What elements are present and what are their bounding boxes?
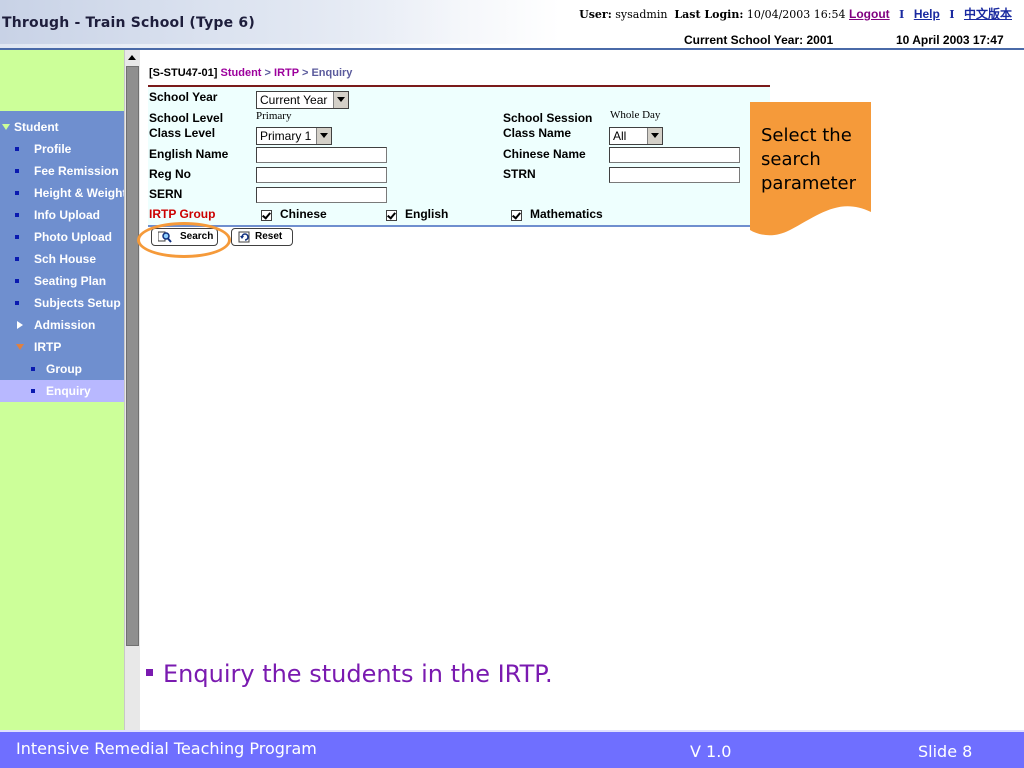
logout-link[interactable]: Logout: [849, 7, 890, 21]
sidebar-item-info-upload[interactable]: Info Upload: [0, 204, 124, 226]
strn-label: STRN: [503, 167, 536, 181]
school-year-select[interactable]: Current Year: [256, 91, 349, 109]
separator: I: [949, 8, 955, 21]
chinese-checkbox[interactable]: [261, 210, 272, 221]
class-name-label: Class Name: [503, 126, 572, 140]
footer-title: Intensive Remedial Teaching Program: [16, 739, 317, 758]
separator: I: [899, 8, 905, 21]
screen-code: [S-STU47-01]: [149, 67, 218, 79]
sern-input[interactable]: [256, 187, 387, 203]
class-level-value: Primary 1: [260, 129, 312, 143]
english-name-label: English Name: [149, 147, 229, 161]
footer-rule: [0, 730, 1024, 732]
scroll-up-arrow-icon[interactable]: [126, 52, 138, 64]
user-label: User:: [579, 8, 612, 21]
school-session-label: School Session: [503, 111, 593, 125]
user-bar: User: sysadmin Last Login: 10/04/2003 16…: [579, 5, 1012, 22]
bullet-icon: [15, 169, 19, 173]
sidebar-item-admission[interactable]: Admission: [0, 314, 124, 336]
slide-footer: Intensive Remedial Teaching Program V 1.…: [0, 730, 1024, 768]
sidebar-item-height-weight[interactable]: Height & Weight: [0, 182, 124, 204]
chinese-checkbox-label: Chinese: [280, 207, 327, 221]
breadcrumb-student: Student: [220, 67, 262, 79]
sern-label: SERN: [149, 187, 183, 201]
chevron-down-icon: [647, 128, 662, 144]
search-highlight-ellipse: [137, 222, 231, 258]
bullet-icon: [15, 279, 19, 283]
reg-no-label: Reg No: [149, 167, 191, 181]
sidebar-item-profile[interactable]: Profile: [0, 138, 124, 160]
current-school-year: Current School Year: 2001: [684, 33, 834, 47]
bullet-icon: [15, 191, 19, 195]
sidebar: Student Profile Fee Remission Height & W…: [0, 50, 124, 730]
breadcrumb-separator: >: [301, 67, 309, 79]
reg-no-input[interactable]: [256, 167, 387, 183]
sidebar-item-group[interactable]: Group: [0, 358, 124, 380]
class-name-value: All: [613, 129, 627, 143]
sidebar-item-student[interactable]: Student: [0, 116, 124, 138]
school-level-label: School Level: [149, 111, 224, 125]
sidebar-item-subjects-setup[interactable]: Subjects Setup: [0, 292, 124, 314]
reset-button[interactable]: Reset: [231, 228, 293, 246]
english-checkbox[interactable]: [386, 210, 397, 221]
mathematics-checkbox-label: Mathematics: [530, 207, 603, 221]
sidebar-item-sch-house[interactable]: Sch House: [0, 248, 124, 270]
reset-icon: [238, 231, 250, 243]
bullet-icon: [15, 147, 19, 151]
breadcrumb-irtp: IRTP: [274, 67, 299, 79]
school-year-value: Current Year: [260, 93, 328, 107]
bullet-icon: [31, 389, 35, 393]
breadcrumb-enquiry: Enquiry: [311, 67, 353, 79]
main-content: [S-STU47-01] Student > IRTP > Enquiry Sc…: [140, 50, 1024, 730]
help-link[interactable]: Help: [914, 7, 940, 21]
breadcrumb: [S-STU47-01] Student > IRTP > Enquiry: [149, 67, 352, 79]
expand-arrow-icon: [16, 344, 24, 350]
bullet-icon: [31, 367, 35, 371]
last-login-value: 10/04/2003 16:54: [746, 8, 846, 21]
slide-bullet: Enquiry the students in the IRTP.: [146, 660, 553, 688]
class-level-select[interactable]: Primary 1: [256, 127, 332, 145]
chevron-down-icon: [316, 128, 331, 144]
chinese-name-label: Chinese Name: [503, 147, 586, 161]
english-name-input[interactable]: [256, 147, 387, 163]
irtp-group-label: IRTP Group: [149, 207, 216, 221]
chinese-version-link[interactable]: 中文版本: [964, 7, 1012, 21]
bullet-icon: [15, 213, 19, 217]
expand-arrow-icon: [2, 124, 10, 130]
school-year-label: School Year: [149, 90, 218, 104]
bullet-square-icon: [146, 668, 153, 676]
slide-bullet-text: Enquiry the students in the IRTP.: [163, 660, 553, 688]
footer-version: V 1.0: [690, 742, 732, 761]
breadcrumb-separator: >: [264, 67, 271, 79]
chevron-down-icon: [333, 92, 348, 108]
scroll-thumb[interactable]: [126, 66, 139, 646]
search-form-panel: School Year Current Year School Level Pr…: [148, 85, 770, 227]
callout-text: Select the search parameter: [761, 125, 857, 194]
last-login-label: Last Login:: [674, 8, 744, 21]
bullet-icon: [15, 257, 19, 261]
sidebar-item-enquiry[interactable]: Enquiry: [0, 380, 124, 402]
sidebar-item-irtp[interactable]: IRTP: [0, 336, 124, 358]
sidebar-item-seating-plan[interactable]: Seating Plan: [0, 270, 124, 292]
header-bar: Through - Train School (Type 6) User: sy…: [0, 0, 1024, 50]
class-name-select[interactable]: All: [609, 127, 663, 145]
user-value: sysadmin: [615, 8, 668, 21]
class-level-label: Class Level: [149, 126, 216, 140]
sidebar-item-photo-upload[interactable]: Photo Upload: [0, 226, 124, 248]
current-datetime: 10 April 2003 17:47: [896, 33, 1004, 47]
school-session-value: Whole Day: [610, 109, 661, 121]
english-checkbox-label: English: [405, 207, 449, 221]
school-title: Through - Train School (Type 6): [2, 15, 255, 31]
sidebar-item-fee-remission[interactable]: Fee Remission: [0, 160, 124, 182]
slide-number: Slide 8: [918, 742, 973, 761]
mathematics-checkbox[interactable]: [511, 210, 522, 221]
bullet-icon: [15, 235, 19, 239]
school-level-value: Primary: [256, 110, 292, 122]
chinese-name-input[interactable]: [609, 147, 740, 163]
reset-button-label: Reset: [255, 231, 283, 242]
strn-input[interactable]: [609, 167, 740, 183]
bullet-icon: [15, 301, 19, 305]
collapsed-arrow-icon: [17, 321, 23, 329]
